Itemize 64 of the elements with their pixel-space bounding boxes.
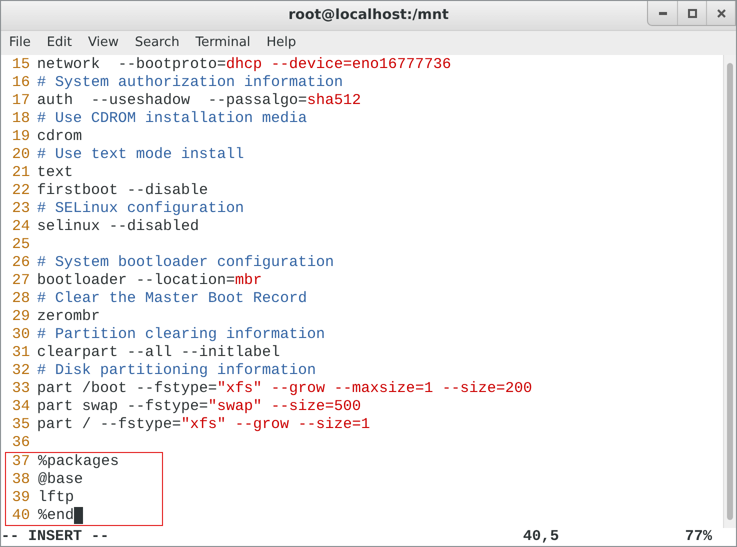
code-line: lftp — [38, 489, 74, 507]
code-line: # Disk partitioning information — [37, 362, 316, 380]
line-number: 15 — [11, 56, 32, 74]
line-number: 27 — [11, 272, 32, 290]
scrollbar-thumb[interactable] — [727, 63, 733, 520]
window-title: root@localhost:/mnt — [288, 6, 449, 25]
line-number: 40 — [11, 507, 32, 525]
line-number: 38 — [11, 471, 32, 489]
line-number: 32 — [11, 362, 32, 380]
close-icon — [716, 8, 726, 18]
menu-item[interactable]: Help — [258, 33, 304, 53]
line-number: 18 — [11, 110, 32, 128]
code-line: # Clear the Master Boot Record — [37, 290, 308, 308]
line-number: 30 — [11, 326, 32, 344]
line-number: 22 — [11, 182, 32, 200]
line-number: 26 — [11, 254, 32, 272]
line-number: 35 — [11, 416, 32, 434]
code-line: # System authorization information — [37, 74, 344, 92]
line-number: 16 — [11, 74, 32, 92]
code-line: # Use CDROM installation media — [37, 110, 308, 128]
code-line: firstboot --disable — [37, 182, 208, 200]
code-line: network --bootproto=dhcp --device=eno16777736 — [37, 56, 452, 74]
line-number: 28 — [11, 290, 32, 308]
line-number: 29 — [11, 308, 32, 326]
line-number: 17 — [11, 92, 32, 110]
scroll-percent: 77% — [684, 528, 712, 546]
code-line: %packages — [38, 453, 120, 471]
code-line: cdrom — [37, 128, 82, 146]
code-line: @base — [38, 471, 84, 489]
menu-item[interactable]: Terminal — [187, 33, 258, 53]
code-line: part /boot --fstype="xfs" --grow --maxsize=1 --size=200 — [37, 380, 532, 398]
code-line: %end — [38, 507, 74, 525]
menu-item[interactable]: Edit — [38, 33, 80, 53]
line-number: 37 — [11, 453, 32, 471]
line-number: 24 — [11, 218, 32, 236]
line-number: 19 — [11, 128, 32, 146]
line-number: 25 — [11, 236, 32, 254]
line-number: 36 — [11, 434, 32, 452]
menu-item[interactable]: View — [80, 33, 127, 53]
code-line: clearpart --all --initlabel — [37, 344, 280, 362]
code-line: auth --useshadow --passalgo=sha512 — [37, 92, 362, 110]
code-line: selinux --disabled — [37, 218, 200, 236]
maximize-icon — [688, 8, 696, 18]
code-line: bootloader --location=mbr — [37, 272, 262, 290]
code-line: part / --fstype="xfs" --grow --size=1 — [37, 416, 370, 434]
line-number: 20 — [11, 146, 32, 164]
code-line: # Use text mode install — [37, 146, 244, 164]
code-line: # Partition clearing information — [37, 326, 326, 344]
line-number: 34 — [11, 398, 32, 416]
line-number: 39 — [11, 489, 32, 507]
code-line: text — [37, 164, 74, 182]
line-number: 23 — [11, 200, 32, 218]
menu-item[interactable]: File — [1, 33, 39, 53]
menu-item[interactable]: Search — [126, 33, 188, 53]
line-number: 21 — [11, 164, 32, 182]
minimize-icon — [658, 12, 666, 14]
line-number: 33 — [11, 380, 32, 398]
code-line: zerombr — [37, 308, 100, 326]
mode-indicator: -- INSERT -- — [1, 528, 110, 546]
code-line: # SELinux configuration — [37, 200, 244, 218]
code-line: part swap --fstype="swap" --size=500 — [37, 398, 362, 416]
cursor-position: 40,5 — [522, 528, 560, 546]
code-line: # System bootloader configuration — [37, 254, 334, 272]
line-number: 31 — [11, 344, 32, 362]
